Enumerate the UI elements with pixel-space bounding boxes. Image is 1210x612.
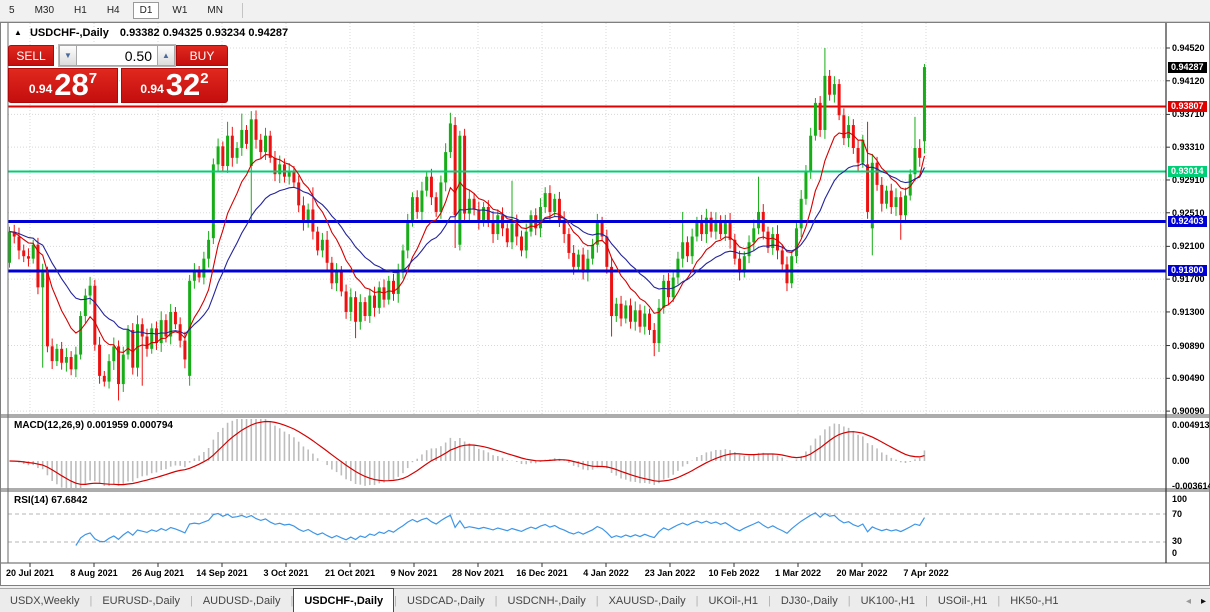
date-tick-label: 7 Apr 2022	[903, 568, 948, 578]
date-tick-label: 4 Jan 2022	[583, 568, 629, 578]
price-tick-label: 0.90890	[1172, 341, 1205, 351]
chart-tab-usdchf[interactable]: USDCHF-,Daily	[293, 588, 394, 612]
price-tick-label: 0.91300	[1172, 307, 1205, 317]
chart-tab-eurusd[interactable]: EURUSD-,Daily	[92, 589, 190, 612]
price-tick-label: 0.93310	[1172, 142, 1205, 152]
buy-price-sup: 2	[200, 70, 208, 87]
buy-price-prefix: 0.94	[140, 82, 163, 96]
sell-price-big: 28	[54, 70, 88, 100]
date-tick-label: 14 Sep 2021	[196, 568, 248, 578]
price-tick-label: 0.94120	[1172, 76, 1205, 86]
date-tick-label: 1 Mar 2022	[775, 568, 821, 578]
date-tick-label: 21 Oct 2021	[325, 568, 375, 578]
date-tick-label: 20 Mar 2022	[836, 568, 887, 578]
chart-tab-usdcad[interactable]: USDCAD-,Daily	[397, 589, 495, 612]
price-badge: 0.91800	[1168, 265, 1207, 276]
price-badge: 0.92403	[1168, 216, 1207, 227]
tab-scroll-right-icon[interactable]: ▸	[1201, 596, 1206, 607]
date-tick-label: 10 Feb 2022	[708, 568, 759, 578]
volume-input[interactable]	[77, 45, 157, 66]
price-tick-label: 0.92100	[1172, 241, 1205, 251]
buy-button[interactable]: BUY	[176, 45, 228, 66]
macd-axis-label: 0.004913	[1172, 420, 1210, 430]
chart-tab-uk100[interactable]: UK100-,H1	[851, 589, 925, 612]
date-tick-label: 3 Oct 2021	[263, 568, 308, 578]
chart-symbol-period: USDCHF-,Daily	[30, 27, 109, 39]
rsi-axis-label: 30	[1172, 536, 1182, 546]
date-tick-label: 20 Jul 2021	[6, 568, 54, 578]
macd-axis-label: -0.003614	[1172, 481, 1210, 491]
volume-decrease-icon[interactable]: ▼	[59, 45, 77, 66]
sell-price-button[interactable]: 0.94 28 7	[8, 68, 118, 103]
volume-increase-icon[interactable]: ▲	[157, 45, 175, 66]
price-badge: 0.93014	[1168, 166, 1207, 177]
rsi-axis-label: 100	[1172, 494, 1187, 504]
rsi-indicator-label: RSI(14) 67.6842	[14, 495, 87, 506]
price-tick-label: 0.94520	[1172, 43, 1205, 53]
chart-tab-usoil[interactable]: USOil-,H1	[928, 589, 998, 612]
date-tick-label: 9 Nov 2021	[390, 568, 437, 578]
date-tick-label: 26 Aug 2021	[132, 568, 184, 578]
date-tick-label: 28 Nov 2021	[452, 568, 504, 578]
sell-price-prefix: 0.94	[29, 82, 52, 96]
chart-tab-usdcnh[interactable]: USDCNH-,Daily	[498, 589, 596, 612]
buy-price-button[interactable]: 0.94 32 2	[121, 68, 228, 103]
mt4-terminal: { "toolbar": { "timeframes": ["5","M30",…	[0, 0, 1210, 612]
chart-tab-dj30[interactable]: DJ30-,Daily	[771, 589, 848, 612]
panel-collapse-arrow-icon[interactable]: ▲	[14, 28, 22, 37]
buy-price-big: 32	[166, 70, 200, 100]
sell-price-sup: 7	[89, 70, 97, 87]
chart-ohlc-values: 0.93382 0.94325 0.93234 0.94287	[120, 27, 288, 39]
price-tick-label: 0.90490	[1172, 373, 1205, 383]
chart-tab-usdx[interactable]: USDX,Weekly	[0, 589, 89, 612]
chart-tab-bar: USDX,Weekly|EURUSD-,Daily|AUDUSD-,Daily|…	[0, 588, 1210, 612]
chart-tab-audusd[interactable]: AUDUSD-,Daily	[193, 589, 291, 612]
tab-scroll-left-icon[interactable]: ◂	[1186, 596, 1191, 607]
macd-axis-label: 0.00	[1172, 456, 1190, 466]
one-click-trade-panel: SELL ▼ ▲ BUY 0.94 28 7 0.94 32 2	[8, 44, 228, 103]
date-tick-label: 16 Dec 2021	[516, 568, 568, 578]
chart-title: ▲ USDCHF-,Daily 0.93382 0.94325 0.93234 …	[14, 27, 288, 39]
macd-indicator-label: MACD(12,26,9) 0.001959 0.000794	[14, 420, 173, 431]
sell-button[interactable]: SELL	[8, 45, 54, 66]
tab-scroll-buttons: ◂ ▸	[1186, 589, 1206, 612]
rsi-axis-label: 0	[1172, 548, 1177, 558]
rsi-axis-label: 70	[1172, 509, 1182, 519]
chart-tab-hk50[interactable]: HK50-,H1	[1000, 589, 1068, 612]
volume-spinner: ▼ ▲	[58, 44, 176, 67]
price-tick-label: 0.90090	[1172, 406, 1205, 416]
date-tick-label: 8 Aug 2021	[70, 568, 117, 578]
price-badge: 0.93807	[1168, 101, 1207, 112]
chart-tab-xauusd[interactable]: XAUUSD-,Daily	[599, 589, 696, 612]
chart-tab-ukoil[interactable]: UKOil-,H1	[698, 589, 768, 612]
date-tick-label: 23 Jan 2022	[645, 568, 696, 578]
price-badge: 0.94287	[1168, 62, 1207, 73]
